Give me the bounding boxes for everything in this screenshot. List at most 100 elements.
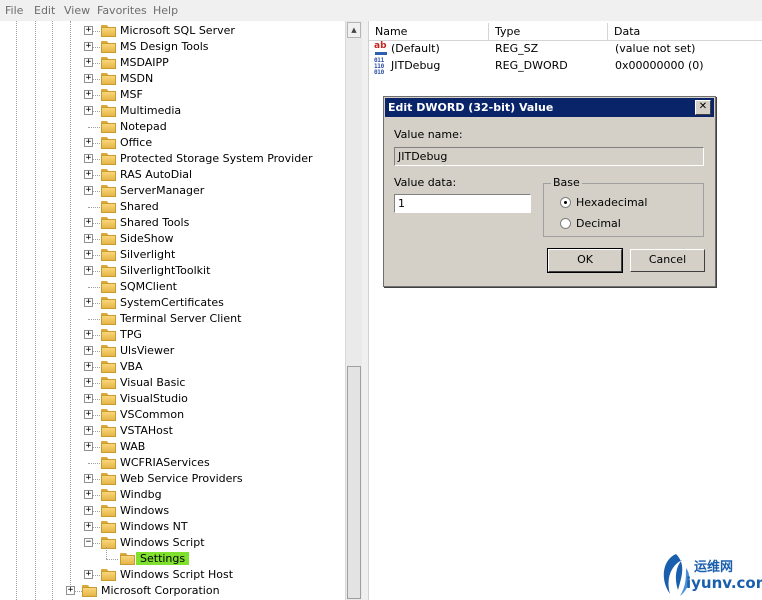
expand-icon[interactable]: + xyxy=(84,346,93,355)
column-data-header[interactable]: Data xyxy=(608,23,762,40)
tree-node-label[interactable]: TPG xyxy=(120,328,142,341)
expand-icon[interactable]: + xyxy=(84,378,93,387)
expand-icon[interactable]: + xyxy=(84,42,93,51)
tree-node[interactable]: + VisualStudio xyxy=(0,391,340,407)
expand-icon[interactable]: + xyxy=(84,298,93,307)
expand-icon[interactable]: + xyxy=(84,266,93,275)
tree-node-label[interactable]: Windows Script xyxy=(120,536,205,549)
tree-node[interactable]: + Shared Tools xyxy=(0,215,340,231)
tree-node[interactable]: + MSDN xyxy=(0,71,340,87)
tree-node[interactable]: + MS Design Tools xyxy=(0,39,340,55)
column-type-header[interactable]: Type xyxy=(489,23,608,40)
tree-node-label[interactable]: VBA xyxy=(120,360,143,373)
tree-node[interactable]: + SystemCertificates xyxy=(0,295,340,311)
dialog-titlebar[interactable]: Edit DWORD (32-bit) Value ✕ xyxy=(385,98,714,117)
expand-icon[interactable]: + xyxy=(84,26,93,35)
collapse-icon[interactable]: − xyxy=(84,538,93,547)
tree-node[interactable]: + Windbg xyxy=(0,487,340,503)
tree-node-label[interactable]: RAS AutoDial xyxy=(120,168,192,181)
value-data-input[interactable]: 1 xyxy=(394,194,531,213)
tree-node-label[interactable]: ServerManager xyxy=(120,184,204,197)
tree-node-label[interactable]: WCFRIAServices xyxy=(120,456,210,469)
tree-node[interactable]: + VSTAHost xyxy=(0,423,340,439)
tree-node-label[interactable]: Visual Basic xyxy=(120,376,185,389)
tree-node-label[interactable]: MS Design Tools xyxy=(120,40,209,53)
tree-node-label[interactable]: VisualStudio xyxy=(120,392,188,405)
registry-tree[interactable]: + Microsoft SQL Server + MS Design Tools + MS… xyxy=(0,21,345,600)
tree-node[interactable]: + Office xyxy=(0,135,340,151)
tree-node[interactable]: + SilverlightToolkit xyxy=(0,263,340,279)
expand-icon[interactable]: + xyxy=(84,138,93,147)
close-icon[interactable]: ✕ xyxy=(695,100,711,115)
expand-icon[interactable]: + xyxy=(84,154,93,163)
list-item[interactable]: 011 110 010 JITDebug REG_DWORD 0x00000000 … xyxy=(369,57,762,76)
expand-icon[interactable]: + xyxy=(84,362,93,371)
tree-node-label[interactable]: MSDN xyxy=(120,72,153,85)
decimal-label[interactable]: Decimal xyxy=(576,217,621,230)
tree-node-label[interactable]: Windows Script Host xyxy=(120,568,233,581)
menu-favorites[interactable]: Favorites xyxy=(97,4,147,17)
expand-icon[interactable]: + xyxy=(84,410,93,419)
tree-node-label[interactable]: Microsoft SQL Server xyxy=(120,24,235,37)
tree-node-label[interactable]: VSCommon xyxy=(120,408,184,421)
expand-icon[interactable]: + xyxy=(84,490,93,499)
tree-node-label[interactable]: Windbg xyxy=(120,488,162,501)
tree-node-label[interactable]: Windows NT xyxy=(120,520,188,533)
expand-icon[interactable]: + xyxy=(84,74,93,83)
tree-node-label[interactable]: Silverlight xyxy=(120,248,175,261)
ok-button[interactable]: OK xyxy=(547,248,623,273)
list-item[interactable]: ab (Default) REG_SZ (value not set) xyxy=(369,40,762,57)
tree-node-label[interactable]: Web Service Providers xyxy=(120,472,243,485)
tree-node[interactable]: + VBA xyxy=(0,359,340,375)
tree-node[interactable]: + Microsoft Corporation xyxy=(0,583,340,599)
hexadecimal-label[interactable]: Hexadecimal xyxy=(576,196,647,209)
column-name-header[interactable]: Name xyxy=(369,23,489,40)
expand-icon[interactable]: + xyxy=(84,426,93,435)
tree-node-label[interactable]: Terminal Server Client xyxy=(120,312,241,325)
tree-node[interactable]: + Windows NT xyxy=(0,519,340,535)
tree-node[interactable]: + Windows xyxy=(0,503,340,519)
expand-icon[interactable]: + xyxy=(84,506,93,515)
expand-icon[interactable]: + xyxy=(84,442,93,451)
scroll-up-arrow-icon[interactable]: ▲ xyxy=(347,22,361,38)
expand-icon[interactable]: + xyxy=(84,250,93,259)
menu-file[interactable]: File xyxy=(5,4,23,17)
tree-node[interactable]: + MSDAIPP xyxy=(0,55,340,71)
tree-node[interactable]: + Windows Script Host xyxy=(0,567,340,583)
expand-icon[interactable]: + xyxy=(84,58,93,67)
tree-node-label[interactable]: SideShow xyxy=(120,232,173,245)
tree-node[interactable]: + ServerManager xyxy=(0,183,340,199)
tree-node-label[interactable]: Office xyxy=(120,136,152,149)
menu-edit[interactable]: Edit xyxy=(34,4,55,17)
tree-node-label[interactable]: Microsoft Corporation xyxy=(101,584,220,597)
tree-node[interactable]: + RAS AutoDial xyxy=(0,167,340,183)
tree-node-label[interactable]: MSF xyxy=(120,88,143,101)
expand-icon[interactable]: + xyxy=(84,394,93,403)
expand-icon[interactable]: + xyxy=(84,218,93,227)
tree-node-label[interactable]: SystemCertificates xyxy=(120,296,224,309)
hexadecimal-radio[interactable] xyxy=(560,197,571,208)
tree-node[interactable]: + MSF xyxy=(0,87,340,103)
expand-icon[interactable]: + xyxy=(84,170,93,179)
tree-node[interactable]: + WAB xyxy=(0,439,340,455)
expand-icon[interactable]: + xyxy=(84,330,93,339)
tree-node-label[interactable]: MSDAIPP xyxy=(120,56,169,69)
tree-node-label[interactable]: Settings xyxy=(136,552,190,565)
expand-icon[interactable]: + xyxy=(84,90,93,99)
tree-node[interactable]: + TPG xyxy=(0,327,340,343)
tree-node[interactable]: Settings xyxy=(0,551,340,567)
tree-node-label[interactable]: SilverlightToolkit xyxy=(120,264,210,277)
tree-node-label[interactable]: Notepad xyxy=(120,120,167,133)
expand-icon[interactable]: + xyxy=(84,186,93,195)
menu-help[interactable]: Help xyxy=(153,4,178,17)
tree-node[interactable]: + Multimedia xyxy=(0,103,340,119)
tree-node-label[interactable]: Shared xyxy=(120,200,159,213)
tree-node-label[interactable]: SQMClient xyxy=(120,280,177,293)
menu-view[interactable]: View xyxy=(64,4,90,17)
expand-icon[interactable]: + xyxy=(66,586,75,595)
tree-node-label[interactable]: Shared Tools xyxy=(120,216,189,229)
decimal-radio[interactable] xyxy=(560,218,571,229)
pane-splitter[interactable] xyxy=(362,21,369,600)
expand-icon[interactable]: + xyxy=(84,106,93,115)
tree-node[interactable]: WCFRIAServices xyxy=(0,455,340,471)
